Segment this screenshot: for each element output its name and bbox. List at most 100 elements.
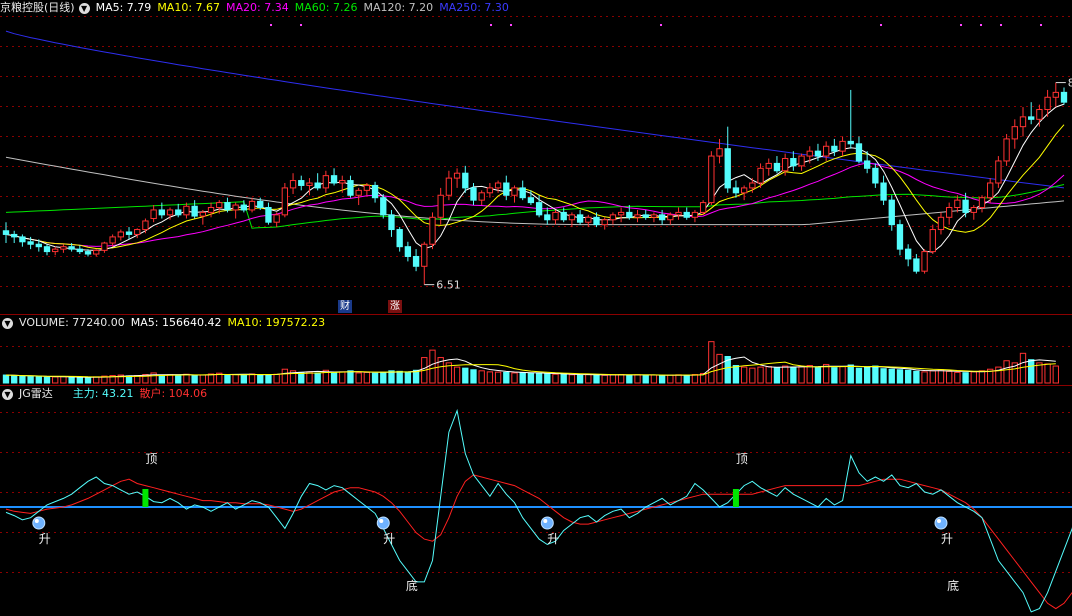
volume-bar xyxy=(248,373,256,384)
candle-body xyxy=(93,249,100,255)
candle-body xyxy=(150,209,157,220)
volume-bar xyxy=(1019,352,1027,384)
candle-body xyxy=(609,214,617,221)
main-force-line xyxy=(5,408,1072,613)
candle-body xyxy=(601,219,608,226)
volume-bar xyxy=(937,369,945,384)
ball-highlight xyxy=(543,519,548,523)
volume-bar xyxy=(265,374,272,384)
candle-body xyxy=(847,140,854,145)
bottom-label: 底 xyxy=(947,578,959,593)
candle-body xyxy=(470,187,477,201)
volume-bar xyxy=(642,374,649,384)
candle-body xyxy=(880,182,887,201)
volume-bar xyxy=(921,371,928,384)
candle-body xyxy=(27,241,34,245)
candle-body xyxy=(806,150,813,157)
candle-body xyxy=(396,229,403,248)
candle-body xyxy=(412,255,420,267)
volume-bar xyxy=(568,374,576,384)
candle-body xyxy=(765,162,772,169)
volume-bar xyxy=(535,372,543,384)
volume-bar xyxy=(1028,359,1035,384)
volume-bar xyxy=(519,372,526,384)
volume-bar xyxy=(1052,365,1059,384)
event-marker xyxy=(880,24,882,26)
stock-chart-window: 京粮控股(日线) ▼ MA5: 7.79 MA10: 7.67 MA20: 7.34 MA… xyxy=(0,0,1072,616)
volume-bar xyxy=(35,375,42,384)
volume-bar xyxy=(527,372,535,384)
candle-body xyxy=(445,177,453,196)
candle-body xyxy=(593,216,600,226)
volume-bar xyxy=(675,374,682,384)
candle-body xyxy=(757,167,764,184)
ball-highlight xyxy=(34,519,39,523)
candle-body xyxy=(855,143,863,162)
volume-bar xyxy=(1036,362,1043,384)
volume-bar xyxy=(339,371,346,384)
volume-bar xyxy=(593,374,600,384)
bottom-label: 底 xyxy=(406,578,418,593)
candle-body xyxy=(175,209,182,216)
candle-body xyxy=(913,258,920,272)
buy-signal-ball xyxy=(32,516,46,530)
volume-bar xyxy=(330,371,338,384)
volume-bar xyxy=(658,375,666,384)
volume-bar xyxy=(1003,360,1010,384)
volume-bar xyxy=(355,372,362,384)
candle-body xyxy=(76,248,83,253)
candle-body xyxy=(166,209,174,216)
limit-up-badge[interactable]: 涨 xyxy=(388,300,402,313)
volume-bar xyxy=(814,366,822,384)
candle-body xyxy=(535,202,543,216)
candle-body xyxy=(626,211,633,218)
event-marker xyxy=(300,24,302,26)
candle-body xyxy=(814,150,822,157)
buy-signal-ball xyxy=(934,516,948,530)
candle-body xyxy=(954,199,961,208)
candle-body xyxy=(248,200,256,211)
candle-body xyxy=(404,246,412,257)
volume-bar xyxy=(954,371,961,384)
candle-body xyxy=(273,214,280,223)
candle-body xyxy=(478,192,485,201)
volume-bar xyxy=(831,367,838,384)
rise-label: 升 xyxy=(383,532,395,546)
candle-body xyxy=(872,167,879,184)
event-marker xyxy=(660,24,662,26)
candle-body xyxy=(84,251,92,255)
candle-body xyxy=(896,224,904,250)
volume-bar xyxy=(863,366,871,384)
volume-bar xyxy=(511,372,518,384)
candle-body xyxy=(650,214,658,218)
volume-bar xyxy=(27,376,34,384)
ma250-line xyxy=(5,30,1065,189)
financial-report-badge[interactable]: 财 xyxy=(338,300,352,313)
buy-signal-ball xyxy=(376,516,390,530)
candle-body xyxy=(716,148,723,157)
volume-bar xyxy=(913,370,920,384)
candle-body xyxy=(265,206,272,223)
chart-canvas[interactable]: 8.10 6.51 升 升 升 升 顶 顶底 底 xyxy=(0,0,1072,616)
volume-bar xyxy=(76,376,83,384)
volume-bar xyxy=(19,375,26,384)
volume-bar xyxy=(43,376,51,384)
volume-bar xyxy=(650,374,658,384)
candle-body xyxy=(142,220,149,231)
volume-bar xyxy=(708,341,715,384)
event-marker xyxy=(490,24,492,26)
event-marker xyxy=(270,24,272,26)
event-marker xyxy=(1040,24,1042,26)
ma10-line xyxy=(5,124,1065,250)
candle-body xyxy=(388,214,395,231)
volume-bar xyxy=(773,367,781,384)
candle-body xyxy=(658,214,666,221)
volume-bar xyxy=(880,368,887,384)
volume-bar xyxy=(257,374,264,384)
volume-bar xyxy=(757,366,764,384)
top-label: 顶 xyxy=(145,452,157,466)
candle-body xyxy=(888,199,895,226)
volume-bar xyxy=(855,367,863,384)
event-marker xyxy=(960,24,962,26)
buy-signal-ball xyxy=(540,516,554,530)
